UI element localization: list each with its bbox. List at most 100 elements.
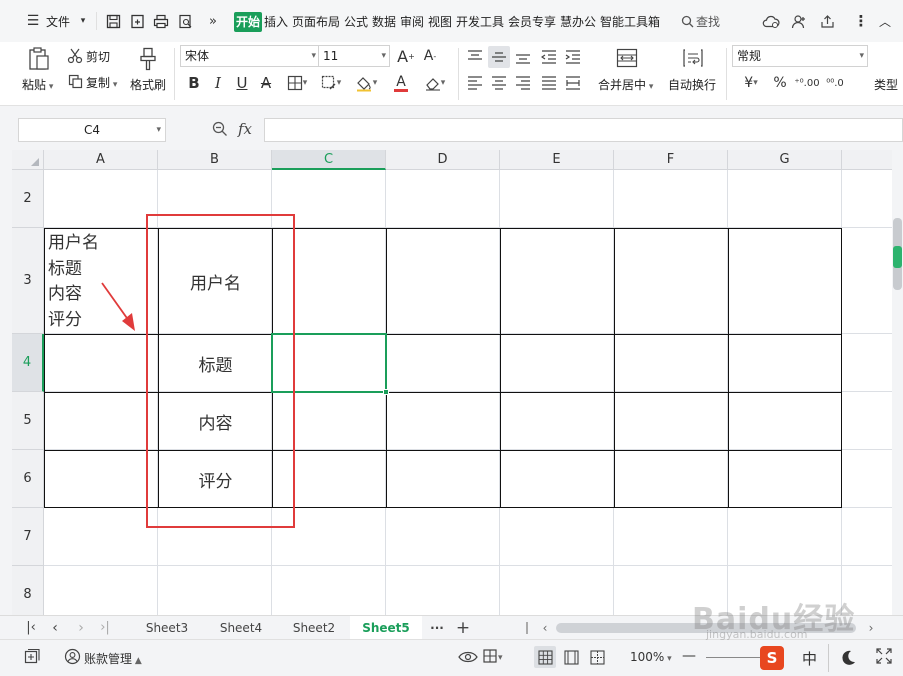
- tab-review[interactable]: 审阅: [400, 12, 424, 32]
- vertical-scrollbar[interactable]: [892, 150, 903, 615]
- page-break-view-icon[interactable]: [586, 646, 608, 668]
- wrap-text-button[interactable]: 自动换行: [668, 76, 716, 93]
- account-icon[interactable]: [64, 648, 82, 666]
- night-mode-icon[interactable]: [836, 646, 860, 670]
- decrease-font-icon[interactable]: A-: [420, 46, 440, 66]
- align-middle-icon[interactable]: [488, 46, 510, 68]
- copy-button[interactable]: 复制 ▾: [86, 74, 117, 91]
- fill-handle[interactable]: [383, 389, 389, 395]
- italic-button[interactable]: I: [208, 72, 228, 94]
- increase-decimal-button[interactable]: ⁺⁰.00: [794, 72, 820, 94]
- last-sheet-icon[interactable]: ›|: [96, 616, 114, 640]
- add-sheet-button[interactable]: +: [452, 616, 474, 640]
- tab-developer[interactable]: 开发工具: [456, 12, 504, 32]
- cloud-sync-icon[interactable]: [762, 12, 780, 30]
- share-icon[interactable]: [818, 12, 836, 30]
- more-sheets-button[interactable]: ···: [426, 616, 448, 640]
- underline-button[interactable]: U: [232, 72, 252, 94]
- tab-view[interactable]: 视图: [428, 12, 452, 32]
- increase-font-icon[interactable]: A +: [396, 46, 416, 66]
- clear-format-icon[interactable]: ▾: [420, 72, 450, 94]
- tab-insert[interactable]: 插入: [264, 12, 288, 32]
- zoom-level-select[interactable]: 100% ▾: [630, 650, 672, 664]
- search-icon[interactable]: [678, 12, 696, 30]
- fx-button[interactable]: fx: [238, 120, 252, 138]
- font-name-select[interactable]: 宋体 ▾: [180, 45, 320, 67]
- hscroll-left-icon[interactable]: ‹: [536, 616, 554, 640]
- paste-icon[interactable]: [26, 46, 52, 72]
- export-pdf-icon[interactable]: [128, 12, 146, 30]
- tab-data[interactable]: 数据: [372, 12, 396, 32]
- decrease-indent-icon[interactable]: [538, 46, 560, 68]
- account-manager-button[interactable]: 账款管理 ▲: [84, 650, 142, 667]
- fill-color-icon[interactable]: ▾: [350, 72, 382, 94]
- prev-sheet-icon[interactable]: ‹: [46, 616, 64, 640]
- tab-smart-office[interactable]: 慧办公: [560, 12, 596, 32]
- borders-icon[interactable]: ▾: [282, 72, 312, 94]
- sheet-tab-sheet2[interactable]: Sheet2: [278, 616, 350, 640]
- name-box[interactable]: C4 ▾: [18, 118, 166, 142]
- bold-button[interactable]: B: [184, 72, 204, 94]
- zoom-out-icon[interactable]: —: [682, 648, 696, 664]
- tab-formulas[interactable]: 公式: [344, 12, 368, 32]
- paste-button[interactable]: 粘贴 ▾: [22, 76, 53, 93]
- scroll-thumb[interactable]: [893, 218, 902, 290]
- align-bottom-icon[interactable]: [512, 46, 534, 68]
- currency-button[interactable]: ¥ ▾: [736, 72, 766, 94]
- align-right-icon[interactable]: [512, 72, 534, 94]
- merge-center-icon[interactable]: [614, 46, 640, 70]
- type-convert-button[interactable]: 类型: [874, 76, 898, 93]
- increase-indent-icon[interactable]: [562, 46, 584, 68]
- sogou-ime-icon[interactable]: S: [760, 646, 784, 670]
- font-size-select[interactable]: 11 ▾: [318, 45, 390, 67]
- more-options-icon[interactable]: ⋮: [852, 12, 870, 30]
- distributed-align-icon[interactable]: [562, 72, 584, 94]
- eye-protection-icon[interactable]: [458, 649, 478, 665]
- percent-button[interactable]: %: [770, 72, 790, 94]
- save-icon[interactable]: [104, 12, 122, 30]
- page-layout-view-icon[interactable]: [560, 646, 582, 668]
- hscroll-right-icon[interactable]: ›: [862, 616, 880, 640]
- justify-icon[interactable]: [538, 72, 560, 94]
- sheet-tab-sheet3[interactable]: Sheet3: [130, 616, 204, 640]
- wrap-text-icon[interactable]: [680, 46, 706, 70]
- macro-record-icon[interactable]: [24, 648, 42, 666]
- collaborate-icon[interactable]: [790, 12, 808, 30]
- align-center-icon[interactable]: [488, 72, 510, 94]
- normal-view-icon[interactable]: [534, 646, 556, 668]
- tab-page-layout[interactable]: 页面布局: [292, 12, 340, 32]
- strikethrough-icon[interactable]: A: [256, 72, 276, 94]
- sheet-tab-sheet5[interactable]: Sheet5: [350, 616, 422, 640]
- align-top-icon[interactable]: [464, 46, 486, 68]
- ime-mode-button[interactable]: 中: [802, 648, 817, 669]
- splitter-handle[interactable]: [526, 622, 528, 634]
- print-preview-icon[interactable]: [176, 12, 194, 30]
- focus-mode-icon[interactable]: ▾: [482, 648, 510, 666]
- merge-center-button[interactable]: 合并居中 ▾: [598, 76, 653, 93]
- zoom-search-icon[interactable]: [212, 121, 230, 139]
- tab-smart-toolbox[interactable]: 智能工具箱: [600, 12, 660, 32]
- decrease-decimal-button[interactable]: ⁰⁰.0: [822, 72, 848, 94]
- chevron-down-icon[interactable]: ▾: [74, 12, 92, 30]
- number-format-select[interactable]: 常规 ▾: [732, 45, 868, 67]
- tab-member[interactable]: 会员专享: [508, 12, 556, 32]
- zoom-slider[interactable]: [706, 657, 762, 658]
- formula-input[interactable]: [264, 118, 903, 142]
- format-painter-icon[interactable]: [136, 46, 160, 72]
- copy-icon[interactable]: [66, 72, 84, 90]
- next-sheet-icon[interactable]: ›: [72, 616, 90, 640]
- tab-home[interactable]: 开始: [234, 12, 263, 32]
- first-sheet-icon[interactable]: |‹: [22, 616, 40, 640]
- align-left-icon[interactable]: [464, 72, 486, 94]
- font-color-button[interactable]: A: [386, 72, 416, 94]
- cell-style-icon[interactable]: ▾: [316, 72, 346, 94]
- format-painter-button[interactable]: 格式刷: [130, 76, 166, 93]
- hamburger-icon[interactable]: ☰: [24, 12, 42, 30]
- search-label[interactable]: 查找: [696, 12, 720, 32]
- scissors-icon[interactable]: [66, 47, 84, 65]
- double-chevron-right-icon[interactable]: »: [204, 12, 222, 30]
- collapse-ribbon-icon[interactable]: ︿: [876, 12, 894, 30]
- cut-button[interactable]: 剪切: [86, 48, 110, 65]
- sheet-tab-sheet4[interactable]: Sheet4: [204, 616, 278, 640]
- file-menu[interactable]: 文件: [46, 12, 70, 32]
